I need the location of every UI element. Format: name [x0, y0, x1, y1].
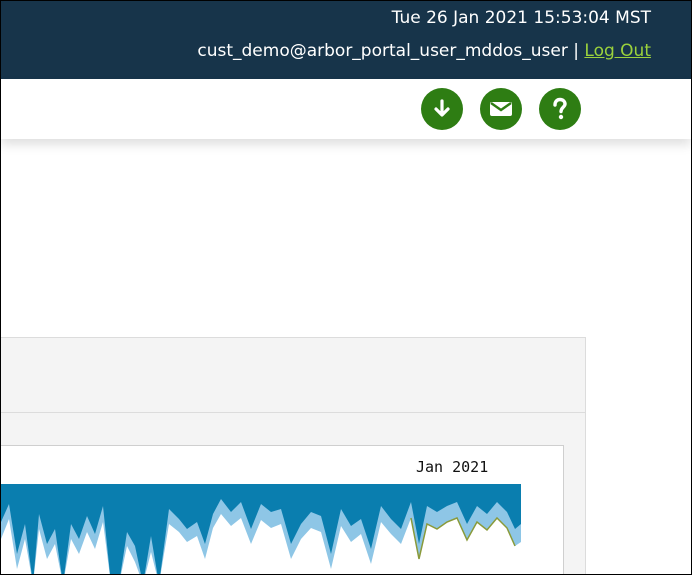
toolbar — [1, 79, 691, 139]
graph-panel: Jan 2021 — [1, 337, 586, 574]
mail-icon — [490, 102, 512, 116]
separator: | — [573, 41, 579, 61]
user-info: cust_demo@arbor_portal_user_mddos_user |… — [197, 41, 651, 61]
panel-divider — [1, 412, 585, 413]
app-window: Tue 26 Jan 2021 15:53:04 MST cust_demo@a… — [0, 0, 692, 575]
download-button[interactable] — [421, 88, 463, 130]
email-button[interactable] — [480, 88, 522, 130]
top-header-bar: Tue 26 Jan 2021 15:53:04 MST cust_demo@a… — [1, 1, 691, 79]
chart-period-label: Jan 2021 — [416, 458, 489, 476]
username: cust_demo@arbor_portal_user_mddos_user — [197, 41, 568, 61]
traffic-chart-plot — [1, 484, 521, 574]
download-icon — [434, 99, 450, 117]
current-datetime: Tue 26 Jan 2021 15:53:04 MST — [391, 8, 651, 28]
help-icon — [553, 97, 567, 120]
traffic-chart: Jan 2021 — [1, 445, 564, 574]
help-button[interactable] — [539, 88, 581, 130]
logout-link[interactable]: Log Out — [584, 41, 651, 61]
